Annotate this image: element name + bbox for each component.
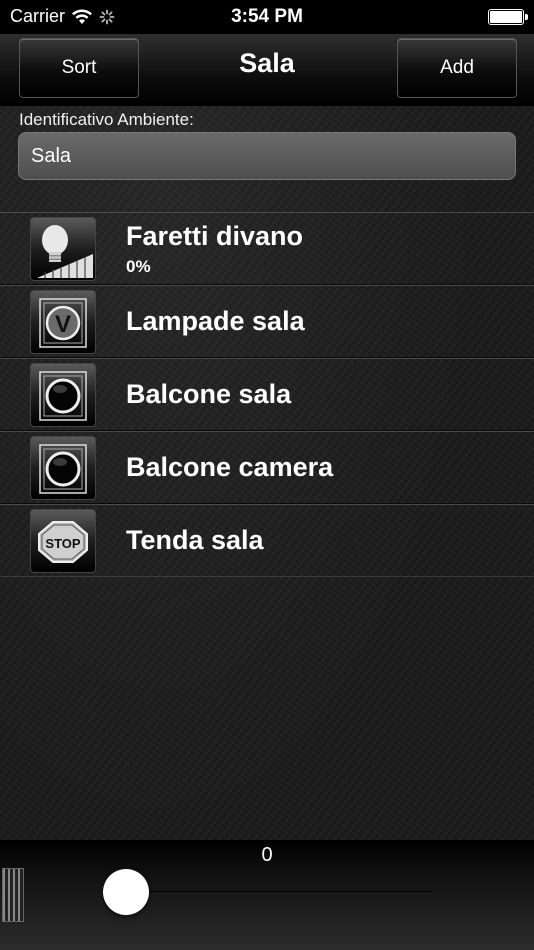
dimmer-bulb-icon [30,217,96,281]
room-id-field[interactable]: Sala [18,132,516,180]
list-item[interactable]: V Lampade sala [0,285,534,358]
device-name: Tenda sala [126,525,264,555]
stop-sign-icon: STOP [30,509,96,573]
navigation-bar: Sort Sala Add [0,34,534,106]
device-name: Balcone sala [126,379,292,409]
svg-text:V: V [55,311,71,338]
status-bar: Carrier 3:54 PM [0,0,534,34]
list-item[interactable]: Balcone sala [0,358,534,431]
round-button-icon [30,363,96,427]
device-name: Lampade sala [126,306,305,336]
add-button[interactable]: Add [397,38,517,98]
device-level: 0% [126,257,151,276]
list-item[interactable]: Faretti divano 0% [0,212,534,285]
drag-handle-icon[interactable] [2,868,24,922]
list-item[interactable]: STOP Tenda sala [0,504,534,577]
svg-text:STOP: STOP [45,536,80,551]
list-item[interactable]: Balcone camera [0,431,534,504]
slider-value-label: 0 [261,844,273,866]
battery-icon [488,9,528,25]
device-name: Faretti divano [126,221,304,251]
slider-track[interactable] [126,891,432,895]
room-id-label: Identificativo Ambiente: [19,110,194,129]
status-time: 3:54 PM [231,6,303,27]
device-name: Balcone camera [126,452,334,482]
device-list: Faretti divano 0% V Lampade sala Balcone… [0,212,534,577]
slider-thumb[interactable] [103,869,149,915]
round-button-icon [30,436,96,500]
v-switch-icon: V [30,290,96,354]
